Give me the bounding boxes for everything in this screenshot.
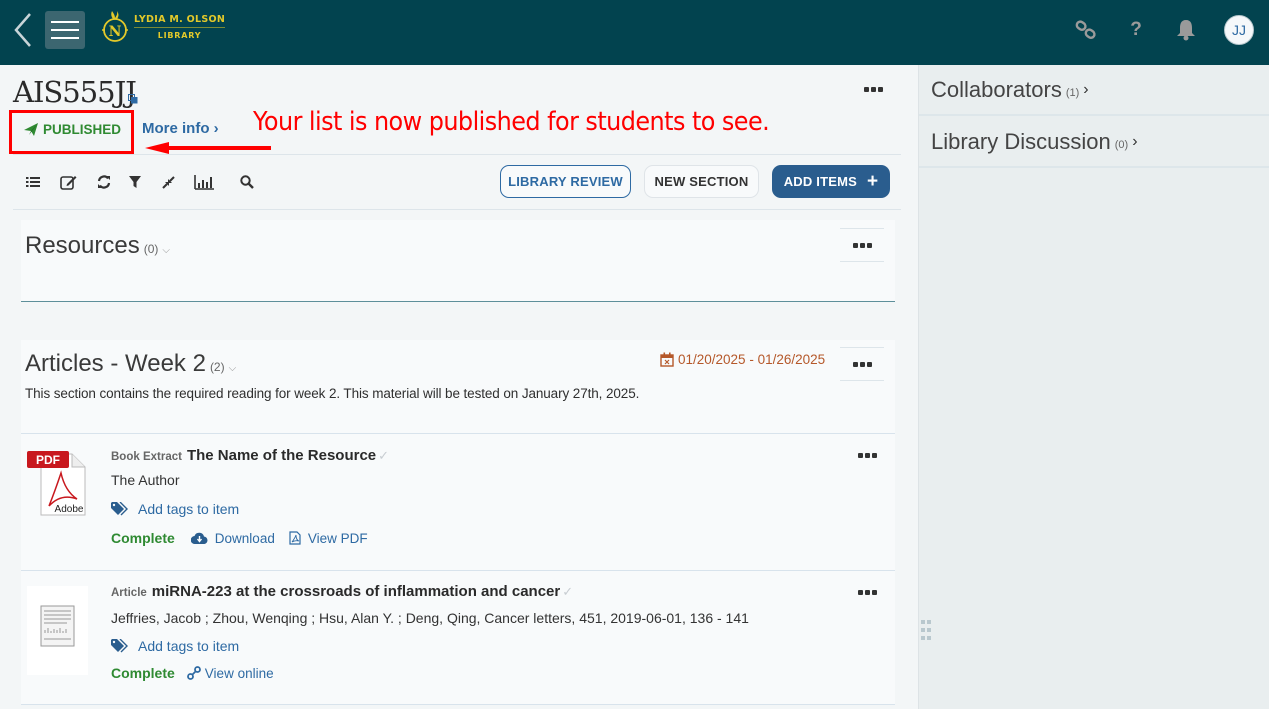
svg-text:Adobe: Adobe xyxy=(55,504,84,515)
section-item-count: (2) xyxy=(209,360,225,374)
pdf-icon xyxy=(289,531,301,545)
svg-text:PDF: PDF xyxy=(36,453,60,467)
help-button[interactable]: ? xyxy=(1124,18,1148,42)
notifications-button[interactable] xyxy=(1174,18,1198,42)
analytics-button[interactable] xyxy=(193,173,215,191)
bell-icon xyxy=(1177,20,1195,41)
checkmark-icon[interactable]: ✓ xyxy=(378,448,389,464)
item-author: The Author xyxy=(111,472,180,488)
list-view-icon xyxy=(26,177,40,187)
article-thumbnail xyxy=(27,586,88,675)
link-button[interactable] xyxy=(1074,18,1098,42)
new-section-button[interactable]: NEW SECTION xyxy=(644,165,759,198)
search-button[interactable] xyxy=(237,173,257,191)
collapse-icon xyxy=(161,175,175,189)
item-more-options-button[interactable] xyxy=(858,590,877,595)
published-label: PUBLISHED xyxy=(43,122,122,137)
add-tags-link[interactable]: Add tags to item xyxy=(111,501,239,517)
view-pdf-link[interactable]: View PDF xyxy=(289,531,368,546)
back-button[interactable] xyxy=(10,10,36,50)
divider xyxy=(13,154,901,155)
item-type: Book Extract xyxy=(111,451,182,463)
annotation-text: Your list is now published for students … xyxy=(253,107,770,137)
item-type: Article xyxy=(111,587,147,599)
torch-emblem-icon: N xyxy=(102,11,128,42)
divider xyxy=(13,209,901,210)
svg-text:N: N xyxy=(109,24,122,40)
link-icon xyxy=(186,666,201,680)
filter-button[interactable] xyxy=(125,173,145,191)
discussion-count: (0) xyxy=(1114,138,1129,151)
logo-line1: LYDIA M. OLSON xyxy=(134,14,226,28)
top-bar: N LYDIA M. OLSON LIBRARY ? JJ xyxy=(0,0,1269,65)
article-icon xyxy=(40,605,75,647)
copy-icon[interactable] xyxy=(128,94,138,104)
hamburger-menu-button[interactable] xyxy=(45,11,85,49)
add-items-button[interactable]: ADD ITEMS + xyxy=(772,165,890,198)
calendar-icon xyxy=(660,352,674,367)
chevron-down-icon: ⌵ xyxy=(162,245,170,256)
analytics-icon xyxy=(194,174,214,190)
download-link[interactable]: Download xyxy=(190,531,275,546)
list-more-options-button[interactable] xyxy=(862,83,884,95)
item-title[interactable]: miRNA-223 at the crossroads of inflammat… xyxy=(152,583,560,600)
sidebar-item-collaborators[interactable]: Collaborators (1) › xyxy=(919,65,1269,116)
search-icon xyxy=(240,175,254,189)
main-content: AIS555JJ PUBLISHED More info › Your list… xyxy=(0,65,918,709)
add-tags-link[interactable]: Add tags to item xyxy=(111,638,239,654)
annotation-arrow-icon xyxy=(145,142,271,154)
tags-icon xyxy=(111,639,128,653)
more-info-link[interactable]: More info › xyxy=(142,120,219,137)
refresh-button[interactable] xyxy=(94,173,114,191)
completion-status: Complete xyxy=(111,665,175,681)
section-more-options-button[interactable] xyxy=(840,347,884,381)
user-avatar[interactable]: JJ xyxy=(1224,15,1254,45)
section-more-options-button[interactable] xyxy=(840,228,884,262)
right-sidebar: Collaborators (1) › Library Discussion (… xyxy=(918,65,1269,709)
list-title: AIS555JJ xyxy=(13,75,137,109)
link-icon xyxy=(1075,20,1096,39)
chevron-right-icon: › xyxy=(213,120,219,137)
item-more-options-button[interactable] xyxy=(858,453,877,458)
paper-plane-icon xyxy=(24,123,38,136)
library-review-button[interactable]: LIBRARY REVIEW xyxy=(500,165,631,198)
checkmark-icon[interactable]: ✓ xyxy=(562,584,573,600)
pdf-file-icon: PDF Adobe xyxy=(27,451,86,516)
chevron-right-icon: › xyxy=(1083,80,1089,98)
section-date-range: 01/20/2025 - 01/26/2025 xyxy=(660,352,825,367)
section-title[interactable]: Resources (0) ⌵ xyxy=(25,232,170,260)
help-icon: ? xyxy=(1130,19,1142,40)
view-online-link[interactable]: View online xyxy=(186,666,274,681)
section-title[interactable]: Articles - Week 2 (2) ⌵ xyxy=(25,350,236,378)
cloud-download-icon xyxy=(190,532,208,544)
refresh-icon xyxy=(97,175,111,189)
edit-button[interactable] xyxy=(58,173,78,191)
filter-icon xyxy=(129,176,141,188)
collapse-button[interactable] xyxy=(158,173,178,191)
tags-icon xyxy=(111,502,128,516)
panel-resize-handle[interactable] xyxy=(921,620,931,642)
section-articles-week-2: Articles - Week 2 (2) ⌵ 01/20/2025 - 01/… xyxy=(21,340,895,434)
logo-line2: LIBRARY xyxy=(157,30,202,40)
pdf-thumbnail: PDF Adobe xyxy=(27,451,87,519)
sidebar-item-library-discussion[interactable]: Library Discussion (0) › xyxy=(919,117,1269,168)
list-item: PDF Adobe Book Extract The Name of the R… xyxy=(21,433,895,570)
list-view-button[interactable] xyxy=(23,173,43,191)
section-item-count: (0) xyxy=(143,242,159,256)
list-item: Article miRNA-223 at the crossroads of i… xyxy=(21,570,895,705)
back-icon xyxy=(14,13,31,47)
chevron-right-icon: › xyxy=(1132,132,1138,150)
collaborators-count: (1) xyxy=(1065,86,1080,99)
section-description: This section contains the required readi… xyxy=(25,386,640,401)
plus-icon: + xyxy=(867,171,879,192)
edit-icon xyxy=(59,175,76,190)
item-citation: Jeffries, Jacob ; Zhou, Wenqing ; Hsu, A… xyxy=(111,610,749,626)
published-status[interactable]: PUBLISHED xyxy=(24,122,121,137)
chevron-down-icon: ⌵ xyxy=(228,363,237,374)
section-resources: Resources (0) ⌵ xyxy=(21,220,895,302)
completion-status: Complete xyxy=(111,530,175,546)
library-logo[interactable]: N LYDIA M. OLSON LIBRARY xyxy=(100,9,226,45)
item-title[interactable]: The Name of the Resource xyxy=(187,447,376,464)
